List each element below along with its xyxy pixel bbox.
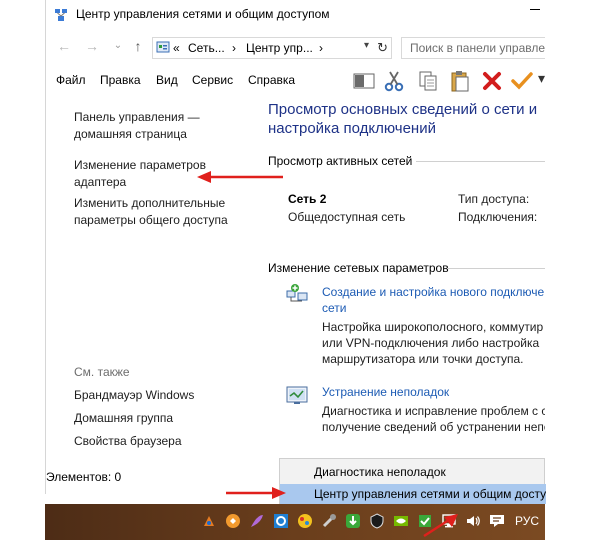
menu-bar: Файл Правка Вид Сервис Справка ▾	[46, 64, 545, 96]
copy-icon[interactable]	[416, 69, 440, 93]
advanced-sharing-settings-link[interactable]: Изменить дополнительные параметры общего…	[74, 195, 228, 229]
setup-new-connection-link[interactable]: Создание и настройка нового подключе сет…	[322, 284, 544, 316]
more-toolbar-chevron-icon[interactable]: ▾	[538, 70, 545, 87]
homegroup-link[interactable]: Домашняя группа	[74, 410, 173, 427]
menu-tools[interactable]: Сервис	[192, 73, 233, 87]
desc-line: или VPN-подключения либо настройка	[322, 336, 540, 350]
control-panel-icon	[156, 41, 170, 53]
desc-line: Диагностика и исправление проблем с с	[322, 404, 545, 418]
torrent-tray-icon[interactable]	[345, 513, 361, 529]
paste-icon[interactable]	[448, 69, 472, 93]
up-arrow-icon[interactable]: ↑	[130, 38, 146, 54]
breadcrumb-chevron-icon: «	[173, 41, 180, 55]
link-line: Изменение параметров	[74, 158, 206, 172]
page-title: Просмотр основных сведений о сети и наст…	[268, 100, 545, 138]
control-panel-window: Центр управления сетями и общим доступом…	[45, 0, 545, 494]
recent-dropdown-icon[interactable]: ⌄	[110, 38, 126, 54]
link-line: параметры общего доступа	[74, 213, 228, 227]
section-divider	[416, 161, 545, 162]
breadcrumb-separator[interactable]: ›	[232, 41, 236, 55]
back-arrow-icon[interactable]: ←	[56, 38, 72, 54]
link-line: Создание и настройка нового подключе	[322, 285, 545, 299]
cut-icon[interactable]	[382, 69, 406, 93]
media-tray-icon[interactable]	[201, 513, 217, 529]
minimize-button[interactable]	[530, 9, 540, 10]
network-center-app-icon	[55, 9, 67, 21]
breadcrumb-network[interactable]: Сеть...	[188, 41, 225, 55]
network-tray-context-menu: Диагностика неполадок Центр управления с…	[279, 458, 546, 504]
tool-tray-icon[interactable]	[321, 513, 337, 529]
feather-tray-icon[interactable]	[249, 513, 265, 529]
network-name: Сеть 2	[288, 192, 327, 206]
section-divider	[448, 268, 545, 269]
connections-label: Подключения:	[458, 210, 538, 224]
see-also-label: См. также	[74, 365, 130, 379]
internet-options-link[interactable]: Свойства браузера	[74, 433, 182, 450]
notifications-icon[interactable]	[489, 513, 505, 529]
change-network-settings-title: Изменение сетевых параметров	[268, 261, 449, 275]
preview-pane-icon[interactable]	[352, 69, 376, 93]
network-tray-icon[interactable]	[441, 513, 457, 529]
nvidia-tray-icon[interactable]	[393, 513, 409, 529]
control-panel-home-link[interactable]: Панель управления — домашняя страница	[74, 109, 200, 143]
troubleshoot-icon	[286, 386, 308, 404]
update-tray-icon[interactable]	[417, 513, 433, 529]
link-line: сети	[322, 301, 347, 315]
paint-tray-icon[interactable]	[297, 513, 313, 529]
desc-line: Настройка широкополосного, коммутир	[322, 320, 544, 334]
menu-item-open-network-center[interactable]: Центр управления сетями и общим досту	[280, 484, 546, 504]
menu-help[interactable]: Справка	[248, 73, 295, 87]
taskbar: РУС	[45, 504, 545, 540]
forward-arrow-icon[interactable]: →	[84, 38, 100, 54]
address-bar[interactable]: « Сеть... › Центр упр... › ▾ ↻	[152, 37, 392, 59]
title-bar: Центр управления сетями и общим доступом	[46, 0, 545, 30]
input-language-indicator[interactable]: РУС	[515, 514, 539, 528]
window-title: Центр управления сетями и общим доступом	[76, 7, 330, 21]
menu-view[interactable]: Вид	[156, 73, 178, 87]
desc-line: маршрутизатора или точки доступа.	[322, 352, 524, 366]
link-line: Панель управления —	[74, 110, 200, 124]
change-adapter-settings-link[interactable]: Изменение параметров адаптера	[74, 157, 206, 191]
link-line: Изменить дополнительные	[74, 196, 226, 210]
navigation-bar: ← → ⌄ ↑ « Сеть... › Центр упр... › ▾ ↻ П…	[46, 32, 545, 62]
firewall-link[interactable]: Брандмауэр Windows	[74, 387, 194, 404]
link-line: адаптера	[74, 175, 127, 189]
troubleshoot-description: Диагностика и исправление проблем с с по…	[322, 403, 545, 435]
access-type-label: Тип доступа:	[458, 192, 530, 206]
volume-icon[interactable]	[465, 513, 481, 529]
breadcrumb-network-center[interactable]: Центр упр...	[246, 41, 313, 55]
active-networks-title: Просмотр активных сетей	[268, 154, 413, 168]
antivirus-tray-icon[interactable]	[369, 513, 385, 529]
menu-edit[interactable]: Правка	[100, 73, 141, 87]
search-input[interactable]: Поиск в панели управле	[401, 37, 545, 59]
desc-line: получение сведений об устранении непо	[322, 420, 545, 434]
setup-new-connection-description: Настройка широкополосного, коммутир или …	[322, 319, 543, 367]
link-line: домашняя страница	[74, 127, 187, 141]
delete-icon[interactable]	[480, 69, 504, 93]
sync-tray-icon[interactable]	[273, 513, 289, 529]
menu-file[interactable]: Файл	[56, 73, 86, 87]
troubleshoot-link[interactable]: Устранение неполадок	[322, 384, 449, 400]
breadcrumb-separator[interactable]: ›	[319, 41, 323, 55]
link-line: Устранение неполадок	[322, 385, 450, 399]
address-dropdown-icon[interactable]: ▾	[364, 40, 369, 51]
refresh-icon[interactable]: ↻	[377, 40, 388, 56]
menu-item-troubleshoot[interactable]: Диагностика неполадок	[280, 462, 546, 482]
network-type-link[interactable]: Общедоступная сеть	[288, 210, 405, 224]
page-title-line: Просмотр основных сведений о сети и	[268, 101, 538, 118]
new-connection-icon	[286, 284, 308, 302]
properties-check-icon[interactable]	[510, 69, 534, 93]
page-title-line: настройка подключений	[268, 120, 436, 137]
orange-app-tray-icon[interactable]	[225, 513, 241, 529]
